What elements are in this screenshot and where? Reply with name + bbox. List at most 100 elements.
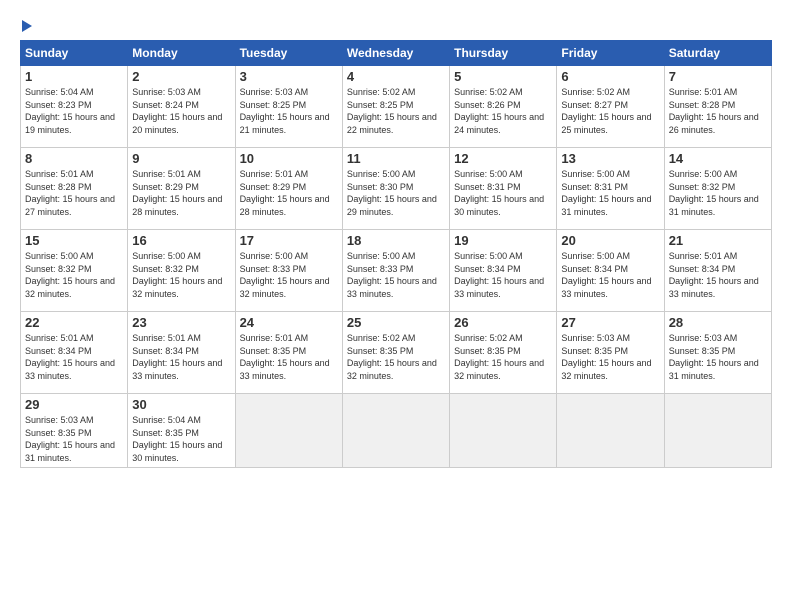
day-number: 3 — [240, 69, 338, 84]
calendar-cell: 1Sunrise: 5:04 AMSunset: 8:23 PMDaylight… — [21, 66, 128, 148]
day-detail: Sunrise: 5:01 AMSunset: 8:34 PMDaylight:… — [25, 332, 123, 382]
day-detail: Sunrise: 5:03 AMSunset: 8:24 PMDaylight:… — [132, 86, 230, 136]
calendar-cell — [557, 394, 664, 468]
calendar-cell: 6 Sunrise: 5:02 AMSunset: 8:27 PMDaylight… — [557, 66, 664, 148]
calendar-cell: 8 Sunrise: 5:01 AMSunset: 8:28 PMDaylight… — [21, 148, 128, 230]
day-detail: Sunrise: 5:03 AMSunset: 8:35 PMDaylight:… — [25, 414, 123, 464]
day-number: 25 — [347, 315, 445, 330]
calendar-table: SundayMondayTuesdayWednesdayThursdayFrid… — [20, 40, 772, 468]
calendar-cell: 19 Sunrise: 5:00 AMSunset: 8:34 PMDayligh… — [450, 230, 557, 312]
calendar-cell: 24 Sunrise: 5:01 AMSunset: 8:35 PMDayligh… — [235, 312, 342, 394]
day-number: 23 — [132, 315, 230, 330]
day-number: 19 — [454, 233, 552, 248]
day-detail: Sunrise: 5:01 AMSunset: 8:29 PMDaylight:… — [132, 168, 230, 218]
day-number: 22 — [25, 315, 123, 330]
day-number: 11 — [347, 151, 445, 166]
day-detail: Sunrise: 5:01 AMSunset: 8:35 PMDaylight:… — [240, 332, 338, 382]
day-detail: Sunrise: 5:01 AMSunset: 8:34 PMDaylight:… — [132, 332, 230, 382]
day-number: 21 — [669, 233, 767, 248]
day-detail: Sunrise: 5:00 AMSunset: 8:32 PMDaylight:… — [669, 168, 767, 218]
day-number: 18 — [347, 233, 445, 248]
day-number: 10 — [240, 151, 338, 166]
day-detail: Sunrise: 5:03 AMSunset: 8:35 PMDaylight:… — [669, 332, 767, 382]
day-detail: Sunrise: 5:00 AMSunset: 8:31 PMDaylight:… — [561, 168, 659, 218]
weekday-friday: Friday — [557, 41, 664, 66]
calendar-header: SundayMondayTuesdayWednesdayThursdayFrid… — [21, 41, 772, 66]
day-number: 30 — [132, 397, 230, 412]
calendar-week-4: 22 Sunrise: 5:01 AMSunset: 8:34 PMDayligh… — [21, 312, 772, 394]
calendar-cell: 20 Sunrise: 5:00 AMSunset: 8:34 PMDayligh… — [557, 230, 664, 312]
day-number: 15 — [25, 233, 123, 248]
day-number: 24 — [240, 315, 338, 330]
day-number: 1 — [25, 69, 123, 84]
calendar-cell — [664, 394, 771, 468]
calendar-cell: 7 Sunrise: 5:01 AMSunset: 8:28 PMDaylight… — [664, 66, 771, 148]
day-detail: Sunrise: 5:00 AMSunset: 8:34 PMDaylight:… — [561, 250, 659, 300]
calendar-week-3: 15 Sunrise: 5:00 AMSunset: 8:32 PMDayligh… — [21, 230, 772, 312]
day-number: 5 — [454, 69, 552, 84]
day-number: 9 — [132, 151, 230, 166]
calendar-cell: 16 Sunrise: 5:00 AMSunset: 8:32 PMDayligh… — [128, 230, 235, 312]
logo-arrow-icon — [22, 20, 32, 32]
calendar-cell — [450, 394, 557, 468]
calendar-cell: 28 Sunrise: 5:03 AMSunset: 8:35 PMDayligh… — [664, 312, 771, 394]
day-detail: Sunrise: 5:00 AMSunset: 8:33 PMDaylight:… — [347, 250, 445, 300]
calendar-cell: 15 Sunrise: 5:00 AMSunset: 8:32 PMDayligh… — [21, 230, 128, 312]
calendar-cell: 11 Sunrise: 5:00 AMSunset: 8:30 PMDayligh… — [342, 148, 449, 230]
day-detail: Sunrise: 5:02 AMSunset: 8:26 PMDaylight:… — [454, 86, 552, 136]
weekday-tuesday: Tuesday — [235, 41, 342, 66]
day-detail: Sunrise: 5:03 AMSunset: 8:35 PMDaylight:… — [561, 332, 659, 382]
calendar-cell: 9 Sunrise: 5:01 AMSunset: 8:29 PMDaylight… — [128, 148, 235, 230]
weekday-header-row: SundayMondayTuesdayWednesdayThursdayFrid… — [21, 41, 772, 66]
calendar-cell: 17Sunrise: 5:00 AMSunset: 8:33 PMDayligh… — [235, 230, 342, 312]
day-number: 6 — [561, 69, 659, 84]
day-number: 27 — [561, 315, 659, 330]
day-detail: Sunrise: 5:02 AMSunset: 8:35 PMDaylight:… — [454, 332, 552, 382]
day-detail: Sunrise: 5:02 AMSunset: 8:27 PMDaylight:… — [561, 86, 659, 136]
calendar-cell: 18 Sunrise: 5:00 AMSunset: 8:33 PMDayligh… — [342, 230, 449, 312]
calendar-cell: 2 Sunrise: 5:03 AMSunset: 8:24 PMDaylight… — [128, 66, 235, 148]
calendar-cell — [342, 394, 449, 468]
logo — [20, 18, 32, 32]
day-number: 28 — [669, 315, 767, 330]
calendar-cell: 25Sunrise: 5:02 AMSunset: 8:35 PMDayligh… — [342, 312, 449, 394]
calendar-cell: 27 Sunrise: 5:03 AMSunset: 8:35 PMDayligh… — [557, 312, 664, 394]
day-detail: Sunrise: 5:01 AMSunset: 8:29 PMDaylight:… — [240, 168, 338, 218]
day-detail: Sunrise: 5:02 AMSunset: 8:25 PMDaylight:… — [347, 86, 445, 136]
calendar-cell: 10 Sunrise: 5:01 AMSunset: 8:29 PMDayligh… — [235, 148, 342, 230]
day-number: 7 — [669, 69, 767, 84]
day-number: 14 — [669, 151, 767, 166]
calendar-cell: 5 Sunrise: 5:02 AMSunset: 8:26 PMDaylight… — [450, 66, 557, 148]
calendar-cell: 22 Sunrise: 5:01 AMSunset: 8:34 PMDayligh… — [21, 312, 128, 394]
day-number: 16 — [132, 233, 230, 248]
calendar-cell — [235, 394, 342, 468]
weekday-sunday: Sunday — [21, 41, 128, 66]
calendar-cell: 29Sunrise: 5:03 AMSunset: 8:35 PMDayligh… — [21, 394, 128, 468]
weekday-saturday: Saturday — [664, 41, 771, 66]
day-detail: Sunrise: 5:00 AMSunset: 8:34 PMDaylight:… — [454, 250, 552, 300]
day-number: 13 — [561, 151, 659, 166]
day-number: 8 — [25, 151, 123, 166]
weekday-monday: Monday — [128, 41, 235, 66]
day-detail: Sunrise: 5:00 AMSunset: 8:31 PMDaylight:… — [454, 168, 552, 218]
day-number: 2 — [132, 69, 230, 84]
day-detail: Sunrise: 5:00 AMSunset: 8:32 PMDaylight:… — [132, 250, 230, 300]
day-detail: Sunrise: 5:01 AMSunset: 8:28 PMDaylight:… — [669, 86, 767, 136]
day-number: 17 — [240, 233, 338, 248]
weekday-thursday: Thursday — [450, 41, 557, 66]
calendar-cell: 14 Sunrise: 5:00 AMSunset: 8:32 PMDayligh… — [664, 148, 771, 230]
header — [20, 18, 772, 32]
day-detail: Sunrise: 5:04 AMSunset: 8:35 PMDaylight:… — [132, 414, 230, 464]
calendar-cell: 13 Sunrise: 5:00 AMSunset: 8:31 PMDayligh… — [557, 148, 664, 230]
day-detail: Sunrise: 5:00 AMSunset: 8:30 PMDaylight:… — [347, 168, 445, 218]
day-number: 20 — [561, 233, 659, 248]
day-detail: Sunrise: 5:01 AMSunset: 8:28 PMDaylight:… — [25, 168, 123, 218]
day-detail: Sunrise: 5:00 AMSunset: 8:32 PMDaylight:… — [25, 250, 123, 300]
calendar-week-1: 1Sunrise: 5:04 AMSunset: 8:23 PMDaylight… — [21, 66, 772, 148]
calendar-cell: 23 Sunrise: 5:01 AMSunset: 8:34 PMDayligh… — [128, 312, 235, 394]
calendar-week-2: 8 Sunrise: 5:01 AMSunset: 8:28 PMDaylight… — [21, 148, 772, 230]
calendar-cell: 21Sunrise: 5:01 AMSunset: 8:34 PMDayligh… — [664, 230, 771, 312]
day-detail: Sunrise: 5:03 AMSunset: 8:25 PMDaylight:… — [240, 86, 338, 136]
calendar-cell: 4Sunrise: 5:02 AMSunset: 8:25 PMDaylight… — [342, 66, 449, 148]
weekday-wednesday: Wednesday — [342, 41, 449, 66]
